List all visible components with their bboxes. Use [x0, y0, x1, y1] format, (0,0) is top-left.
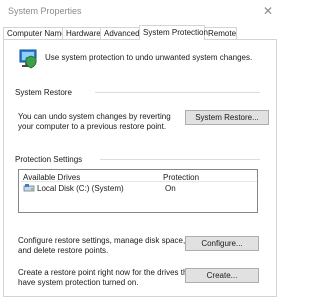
window-title: System Properties: [8, 6, 82, 16]
system-restore-button[interactable]: System Restore...: [185, 110, 269, 125]
protection-settings-heading: Protection Settings: [15, 155, 83, 164]
configure-line-2: and delete restore points.: [18, 246, 109, 255]
tab-remote[interactable]: Remote: [204, 27, 237, 39]
tab-strip: Computer Name Hardware Advanced System P…: [0, 25, 282, 40]
create-line-1: Create a restore point right now for the…: [18, 268, 195, 277]
drive-protection-status: On: [165, 184, 176, 193]
computer-shield-icon: [17, 47, 39, 69]
tab-panel: [3, 39, 277, 297]
tab-system-protection[interactable]: System Protection: [139, 25, 208, 40]
tab-advanced[interactable]: Advanced: [100, 27, 140, 39]
intro-text: Use system protection to undo unwanted s…: [45, 53, 253, 62]
tab-hardware[interactable]: Hardware: [62, 27, 101, 39]
close-icon[interactable]: ✕: [260, 3, 276, 19]
restore-line-1: You can undo system changes by reverting: [18, 112, 171, 121]
configure-line-1: Configure restore settings, manage disk …: [18, 236, 186, 245]
drive-name: Local Disk (C:) (System): [37, 184, 124, 193]
protection-settings-divider: [100, 159, 260, 160]
system-restore-heading: System Restore: [15, 88, 72, 97]
configure-button[interactable]: Configure...: [185, 236, 259, 251]
drive-icon: [23, 183, 35, 193]
system-restore-divider: [95, 92, 260, 93]
list-header-divider: [21, 181, 257, 182]
create-button[interactable]: Create...: [185, 268, 259, 283]
tab-computer-name[interactable]: Computer Name: [3, 27, 66, 39]
restore-line-2: your computer to a previous restore poin…: [18, 122, 167, 131]
create-line-2: have system protection turned on.: [18, 278, 139, 287]
